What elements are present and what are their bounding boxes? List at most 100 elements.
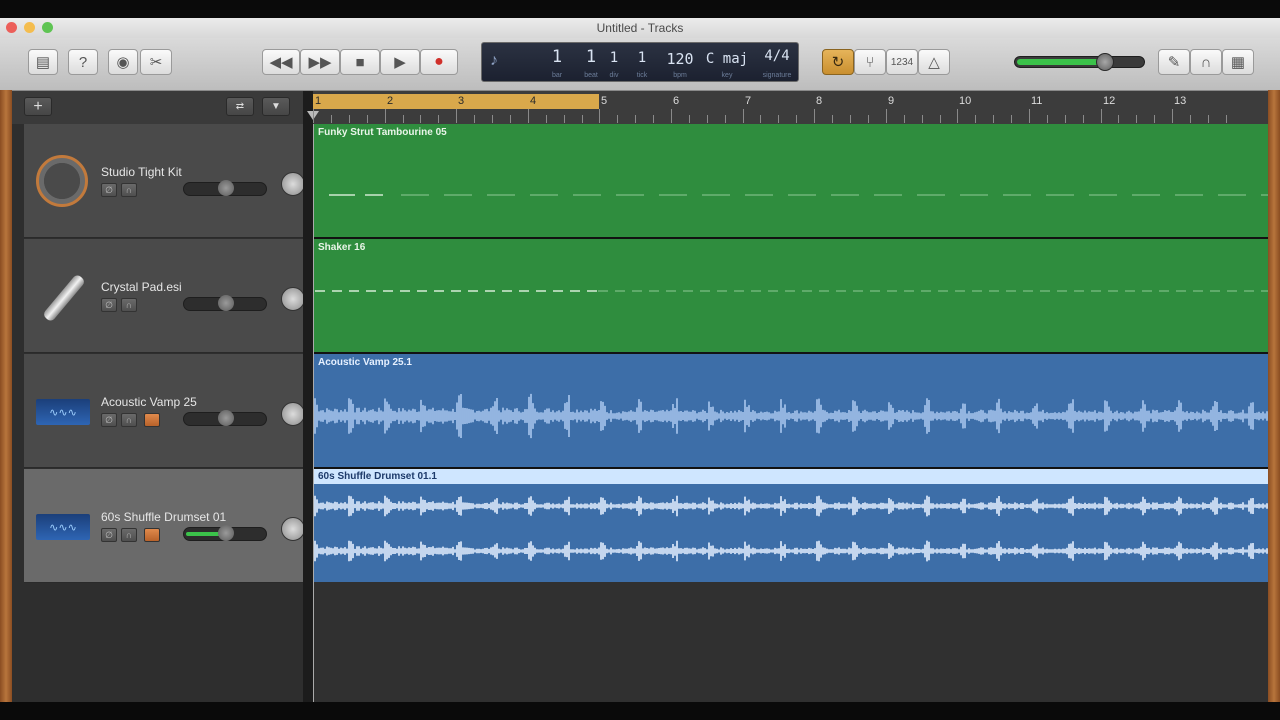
master-volume-slider[interactable] bbox=[1014, 53, 1145, 71]
catch-playhead-icon[interactable]: ⇄ bbox=[226, 97, 254, 116]
region-name: 60s Shuffle Drumset 01.1 bbox=[318, 471, 437, 482]
audio-region[interactable]: Shaker 16 bbox=[313, 239, 1268, 352]
mute-icon[interactable]: ∅ bbox=[101, 528, 117, 542]
ruler-tick bbox=[546, 115, 547, 123]
lcd-key-value[interactable]: C maj bbox=[704, 51, 750, 67]
track-name[interactable]: Studio Tight Kit bbox=[101, 165, 182, 179]
library-icon[interactable]: ▤ bbox=[28, 49, 58, 75]
audio-region-selected[interactable]: 60s Shuffle Drumset 01.1 bbox=[313, 469, 1268, 582]
count-in-button[interactable]: 1234 bbox=[886, 49, 918, 75]
lcd-tick-label: tick bbox=[636, 72, 648, 79]
ruler-tick bbox=[617, 115, 618, 123]
track-volume-thumb[interactable] bbox=[218, 410, 234, 426]
region-waveform bbox=[313, 495, 1268, 562]
pan-knob[interactable] bbox=[281, 517, 305, 541]
ruler-tick bbox=[707, 115, 708, 123]
bar-number: 1 bbox=[315, 95, 322, 107]
timeline-ruler[interactable]: 1 2 3 4 5 6 7 8 9 10 11 12 13 bbox=[307, 91, 1268, 125]
track-header-selected[interactable]: ∿∿∿ 60s Shuffle Drumset 01 ∅ ∩ bbox=[24, 469, 315, 583]
filter-icon[interactable]: ▼ bbox=[262, 97, 290, 116]
track-volume-slider[interactable] bbox=[183, 410, 267, 426]
tracks-area[interactable]: Funky Strut Tambourine 05 Shaker 16 Acou… bbox=[313, 124, 1268, 702]
ruler-tick bbox=[886, 109, 887, 123]
lcd-tempo-value[interactable]: 120 bbox=[662, 50, 698, 68]
ruler-tick bbox=[403, 115, 404, 123]
ruler-tick bbox=[420, 115, 421, 123]
input-monitor-icon[interactable] bbox=[144, 413, 160, 427]
stop-icon[interactable]: ■ bbox=[340, 49, 380, 75]
bar-number: 5 bbox=[601, 95, 608, 107]
track-headers: Studio Tight Kit ∅ ∩ Crystal Pad.esi ∅ ∩… bbox=[12, 124, 315, 702]
ruler-tick bbox=[1226, 115, 1227, 123]
track-volume-slider[interactable] bbox=[183, 295, 267, 311]
mute-icon[interactable]: ∅ bbox=[101, 183, 117, 197]
ruler-tick bbox=[1101, 109, 1102, 123]
fast-forward-icon[interactable]: ▶▶ bbox=[300, 49, 340, 75]
headphones-icon[interactable]: ∩ bbox=[121, 528, 137, 542]
audio-region[interactable]: Funky Strut Tambourine 05 bbox=[313, 124, 1268, 237]
track-list-header: + ⇄ ▼ bbox=[12, 91, 303, 125]
track-volume-thumb[interactable] bbox=[218, 180, 234, 196]
ruler-tick bbox=[796, 115, 797, 123]
tuner-fork-icon[interactable]: ⑂ bbox=[854, 49, 886, 75]
track-name[interactable]: Crystal Pad.esi bbox=[101, 280, 182, 294]
track-header[interactable]: Crystal Pad.esi ∅ ∩ bbox=[24, 239, 315, 353]
pan-knob[interactable] bbox=[281, 172, 305, 196]
track-header[interactable]: ∿∿∿ Acoustic Vamp 25 ∅ ∩ bbox=[24, 354, 315, 468]
loop-browser-icon[interactable]: ∩ bbox=[1190, 49, 1222, 75]
bar-number: 9 bbox=[888, 95, 895, 107]
cycle-region[interactable] bbox=[313, 94, 599, 109]
add-track-button[interactable]: + bbox=[24, 97, 52, 116]
help-icon[interactable]: ? bbox=[68, 49, 98, 75]
mute-icon[interactable]: ∅ bbox=[101, 413, 117, 427]
input-monitor-icon[interactable] bbox=[144, 528, 160, 542]
mute-icon[interactable]: ∅ bbox=[101, 298, 117, 312]
track-volume-thumb[interactable] bbox=[218, 295, 234, 311]
metronome-icon[interactable]: △ bbox=[918, 49, 950, 75]
master-volume-thumb[interactable] bbox=[1096, 53, 1114, 71]
track-volume-thumb[interactable] bbox=[218, 525, 234, 541]
region-waveform bbox=[315, 290, 1268, 292]
media-browser-icon[interactable]: ▦ bbox=[1222, 49, 1254, 75]
ruler-tick bbox=[689, 115, 690, 123]
audio-region[interactable]: Acoustic Vamp 25.1 bbox=[313, 354, 1268, 467]
play-icon[interactable]: ▶ bbox=[380, 49, 420, 75]
window-title: Untitled - Tracks bbox=[596, 21, 684, 35]
track-volume-slider[interactable] bbox=[183, 525, 267, 541]
lcd-display[interactable]: ♪ 1 bar 1 beat 1 div 1 tick 120 bpm C ma… bbox=[481, 42, 799, 82]
rewind-icon[interactable]: ◀◀ bbox=[262, 49, 300, 75]
headphones-icon[interactable]: ∩ bbox=[121, 183, 137, 197]
ruler-tick bbox=[904, 115, 905, 123]
shaker-icon bbox=[42, 273, 86, 323]
panel-divider[interactable] bbox=[303, 91, 313, 702]
track-name[interactable]: Acoustic Vamp 25 bbox=[101, 395, 197, 409]
notepad-icon[interactable]: ✎ bbox=[1158, 49, 1190, 75]
ruler-tick bbox=[474, 115, 475, 123]
pan-knob[interactable] bbox=[281, 402, 305, 426]
lcd-div-label: div bbox=[609, 72, 619, 79]
playhead[interactable] bbox=[313, 124, 314, 702]
smart-controls-icon[interactable]: ◉ bbox=[108, 49, 138, 75]
lcd-signature-value[interactable]: 4/4 bbox=[758, 48, 796, 64]
track-name[interactable]: 60s Shuffle Drumset 01 bbox=[101, 510, 226, 524]
ruler-tick bbox=[653, 115, 654, 123]
ruler-tick bbox=[385, 109, 386, 123]
ruler-tick bbox=[564, 115, 565, 123]
editors-icon[interactable]: ✂ bbox=[140, 49, 172, 75]
headphones-icon[interactable]: ∩ bbox=[121, 413, 137, 427]
pan-knob[interactable] bbox=[281, 287, 305, 311]
lcd-key-label: key bbox=[721, 72, 733, 79]
track-volume-meter bbox=[186, 532, 222, 536]
record-icon[interactable]: ● bbox=[420, 49, 458, 75]
ruler-tick bbox=[510, 115, 511, 123]
ruler-tick bbox=[975, 115, 976, 123]
ruler-tick bbox=[331, 115, 332, 123]
headphones-icon[interactable]: ∩ bbox=[121, 298, 137, 312]
cycle-icon[interactable]: ↻ bbox=[822, 49, 854, 75]
waveform-icon: ∿∿∿ bbox=[36, 399, 90, 425]
tuner-icon[interactable]: ♪ bbox=[490, 52, 498, 70]
track-header[interactable]: Studio Tight Kit ∅ ∩ bbox=[24, 124, 315, 238]
master-volume-fill bbox=[1017, 59, 1104, 65]
ruler-tick bbox=[1083, 115, 1084, 123]
track-volume-slider[interactable] bbox=[183, 180, 267, 196]
